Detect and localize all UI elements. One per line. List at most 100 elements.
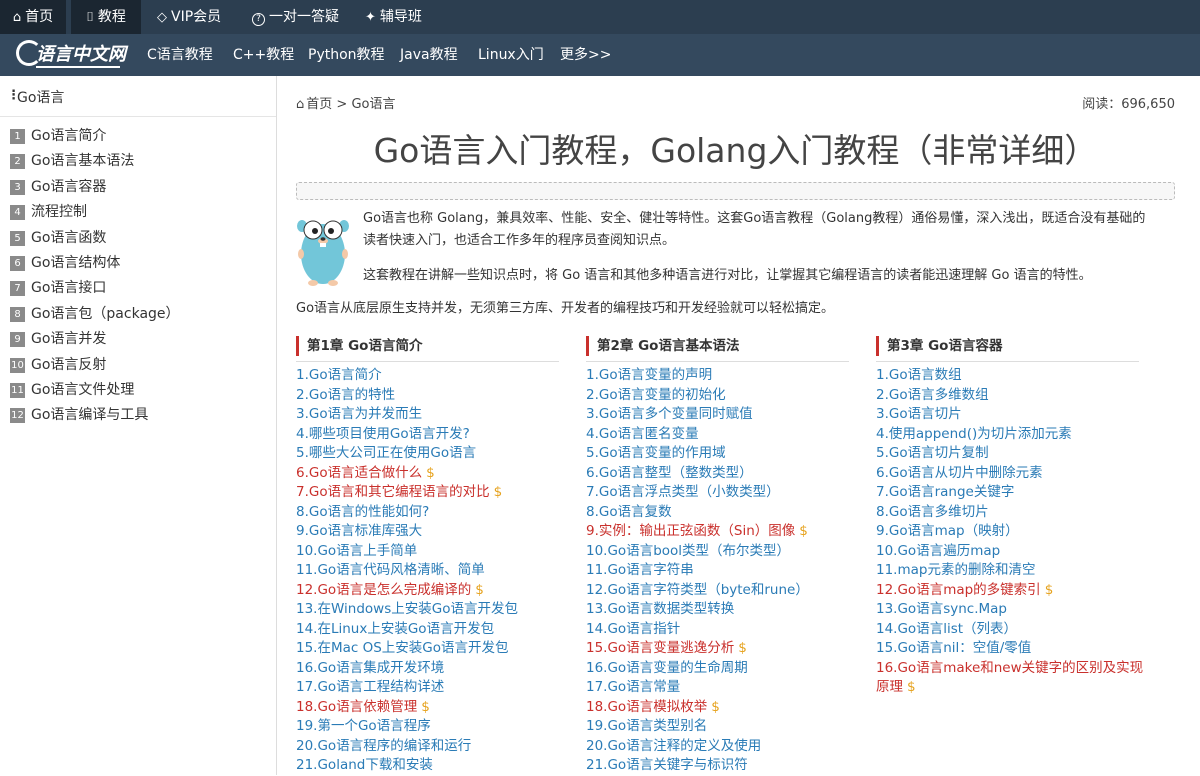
breadcrumb-home[interactable]: 首页: [306, 97, 332, 112]
tab-qa-label: 一对一答疑: [269, 9, 339, 25]
chapter-link[interactable]: 13.在Windows上安装Go语言开发包: [296, 600, 518, 620]
tab-tutoring-label: 辅导班: [380, 9, 422, 25]
tab-home[interactable]: ⌂首页: [0, 0, 66, 34]
chapter-link-text: 15.在Mac OS上安装Go语言开发包: [296, 640, 509, 656]
chapter-link-text: 14.在Linux上安装Go语言开发包: [296, 621, 494, 637]
chapter-link[interactable]: 17.Go语言工程结构详述: [296, 678, 444, 698]
sidebar-item[interactable]: 4流程控制: [10, 201, 87, 221]
sidebar-item[interactable]: 9Go语言并发: [10, 328, 106, 348]
chapter-link[interactable]: 21.Go语言关键字与标识符: [586, 756, 748, 776]
nav-link-java[interactable]: Java教程: [400, 34, 458, 76]
tab-qa[interactable]: ? 一对一答疑: [252, 0, 339, 34]
nav-link-more[interactable]: 更多>>: [560, 34, 611, 76]
chapter-link[interactable]: 12.Go语言字符类型（byte和rune）: [586, 581, 809, 601]
sidebar-item[interactable]: 2Go语言基本语法: [10, 150, 134, 170]
chapter-link[interactable]: 16.Go语言集成开发环境: [296, 659, 444, 679]
sidebar-item[interactable]: 11Go语言文件处理: [10, 379, 134, 399]
chapter-link[interactable]: 15.Go语言nil：空值/零值: [876, 639, 1031, 659]
chapter-link[interactable]: 19.Go语言类型别名: [586, 717, 707, 737]
chapter-link[interactable]: 3.Go语言为并发而生: [296, 405, 422, 425]
nav-link-cpp[interactable]: C++教程: [233, 34, 294, 76]
chapter-link[interactable]: 20.Go语言程序的编译和运行: [296, 737, 471, 757]
chapter-link[interactable]: 19.第一个Go语言程序: [296, 717, 431, 737]
chapter-link[interactable]: 10.Go语言bool类型（布尔类型）: [586, 542, 790, 562]
chapter-link-text: 10.Go语言bool类型（布尔类型）: [586, 543, 790, 559]
chapter-link[interactable]: 18.Go语言依赖管理$: [296, 698, 430, 718]
chapter-link[interactable]: 原理$: [876, 678, 916, 698]
question-icon: ?: [252, 13, 265, 26]
sidebar-item[interactable]: 1Go语言简介: [10, 125, 106, 145]
chapter-link[interactable]: 11.Go语言字符串: [586, 561, 694, 581]
chapter-link[interactable]: 12.Go语言map的多键索引$: [876, 581, 1053, 601]
chapter-link[interactable]: 14.Go语言list（列表）: [876, 620, 1017, 640]
book-icon: ⌷: [86, 1, 94, 35]
chapter-link[interactable]: 12.Go语言是怎么完成编译的$: [296, 581, 484, 601]
chapter-3-divider: [876, 361, 1139, 362]
sidebar: ⋮ Go语言 1Go语言简介2Go语言基本语法3Go语言容器4流程控制5Go语言…: [0, 76, 277, 775]
chapter-link[interactable]: 4.使用append()为切片添加元素: [876, 425, 1072, 445]
sidebar-item-label: Go语言接口: [31, 280, 106, 296]
chapter-link[interactable]: 5.Go语言变量的作用域: [586, 444, 726, 464]
nav-link-c[interactable]: C语言教程: [147, 34, 213, 76]
chapter-link[interactable]: 9.Go语言map（映射）: [876, 522, 1019, 542]
chapter-link[interactable]: 18.Go语言模拟枚举$: [586, 698, 720, 718]
site-logo[interactable]: 语言中文网: [16, 39, 122, 71]
chapter-link[interactable]: 14.在Linux上安装Go语言开发包: [296, 620, 494, 640]
chapter-link[interactable]: 7.Go语言range关键字: [876, 483, 1014, 503]
chapter-link-text: 2.Go语言多维数组: [876, 387, 989, 403]
chapter-link[interactable]: 10.Go语言遍历map: [876, 542, 1000, 562]
chapter-link[interactable]: 11.Go语言代码风格清晰、简单: [296, 561, 485, 581]
chapter-link[interactable]: 9.Go语言标准库强大: [296, 522, 422, 542]
sidebar-item[interactable]: 12Go语言编译与工具: [10, 404, 148, 424]
chapter-link[interactable]: 1.Go语言变量的声明: [586, 366, 712, 386]
sidebar-item[interactable]: 6Go语言结构体: [10, 252, 120, 272]
chapter-link[interactable]: 5.Go语言切片复制: [876, 444, 989, 464]
sidebar-item[interactable]: 3Go语言容器: [10, 176, 106, 196]
chapter-link-text: 3.Go语言多个变量同时赋值: [586, 406, 753, 422]
chapter-link[interactable]: 1.Go语言简介: [296, 366, 382, 386]
tab-tutoring[interactable]: ✦辅导班: [365, 0, 422, 34]
tab-vip[interactable]: ◇VIP会员: [157, 0, 221, 34]
chapter-link[interactable]: 16.Go语言make和new关键字的区别及实现: [876, 659, 1143, 679]
chapter-link[interactable]: 2.Go语言变量的初始化: [586, 386, 726, 406]
chapter-link[interactable]: 13.Go语言sync.Map: [876, 600, 1007, 620]
chapter-link[interactable]: 15.在Mac OS上安装Go语言开发包: [296, 639, 509, 659]
chapter-link[interactable]: 17.Go语言常量: [586, 678, 680, 698]
chapter-link[interactable]: 7.Go语言和其它编程语言的对比$: [296, 483, 502, 503]
tab-tutorials[interactable]: ⌷教程: [71, 0, 141, 34]
chapter-link[interactable]: 1.Go语言数组: [876, 366, 962, 386]
chapter-link-text: 19.Go语言类型别名: [586, 718, 707, 734]
chapter-link[interactable]: 2.Go语言的特性: [296, 386, 395, 406]
sidebar-item[interactable]: 8Go语言包（package）: [10, 303, 180, 323]
chapter-link[interactable]: 15.Go语言变量逃逸分析$: [586, 639, 747, 659]
chapter-link[interactable]: 4.Go语言匿名变量: [586, 425, 699, 445]
chapter-link[interactable]: 5.哪些大公司正在使用Go语言: [296, 444, 476, 464]
chapter-link[interactable]: 13.Go语言数据类型转换: [586, 600, 734, 620]
sidebar-item[interactable]: 10Go语言反射: [10, 354, 106, 374]
chapter-link[interactable]: 9.实例：输出正弦函数（Sin）图像$: [586, 522, 808, 542]
chapter-link[interactable]: 11.map元素的删除和清空: [876, 561, 1035, 581]
chapter-link[interactable]: 8.Go语言的性能如何?: [296, 503, 429, 523]
chapter-link[interactable]: 6.Go语言整型（整数类型）: [586, 464, 753, 484]
nav-link-python[interactable]: Python教程: [308, 34, 385, 76]
chapter-link[interactable]: 20.Go语言注释的定义及使用: [586, 737, 761, 757]
chapter-link[interactable]: 8.Go语言多维切片: [876, 503, 989, 523]
chapter-link[interactable]: 16.Go语言变量的生命周期: [586, 659, 748, 679]
chapter-link[interactable]: 10.Go语言上手简单: [296, 542, 417, 562]
chapter-link[interactable]: 21.Goland下载和安装: [296, 756, 433, 776]
chapter-link[interactable]: 8.Go语言复数: [586, 503, 672, 523]
diamond-icon: ◇: [157, 1, 167, 35]
chapter-link[interactable]: 3.Go语言切片: [876, 405, 962, 425]
chapter-link[interactable]: 6.Go语言从切片中删除元素: [876, 464, 1043, 484]
chapter-link[interactable]: 14.Go语言指针: [586, 620, 680, 640]
chapter-link[interactable]: 4.哪些项目使用Go语言开发?: [296, 425, 470, 445]
chapter-link[interactable]: 2.Go语言多维数组: [876, 386, 989, 406]
chapter-link[interactable]: 3.Go语言多个变量同时赋值: [586, 405, 753, 425]
breadcrumb-current[interactable]: Go语言: [351, 97, 395, 112]
logo-underline: [36, 66, 120, 68]
chapter-link[interactable]: 6.Go语言适合做什么$: [296, 464, 435, 484]
sidebar-item[interactable]: 5Go语言函数: [10, 227, 106, 247]
nav-link-linux[interactable]: Linux入门: [478, 34, 544, 76]
sidebar-item[interactable]: 7Go语言接口: [10, 277, 106, 297]
chapter-link[interactable]: 7.Go语言浮点类型（小数类型）: [586, 483, 780, 503]
